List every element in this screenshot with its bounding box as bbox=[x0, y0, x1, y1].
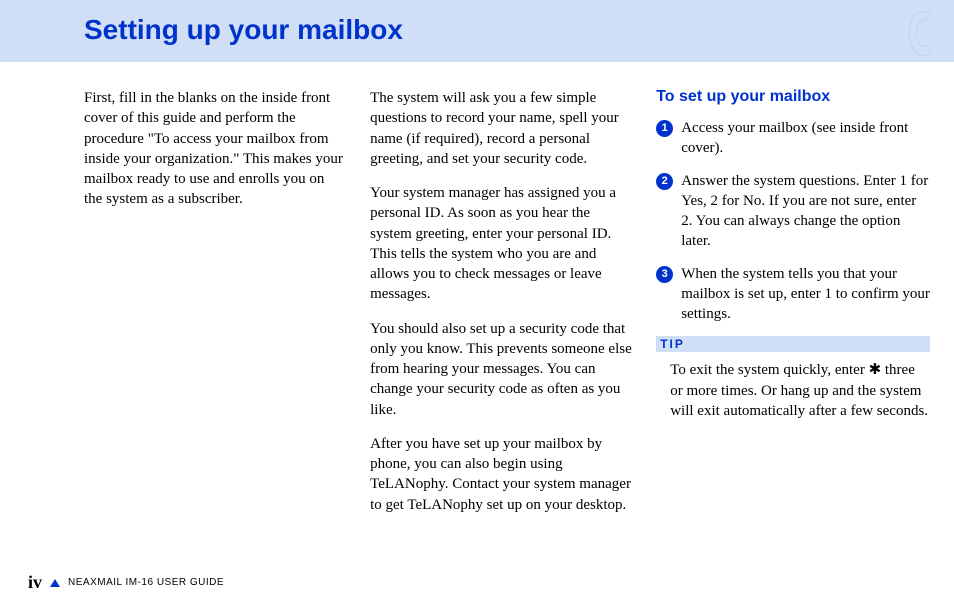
page-title: Setting up your mailbox bbox=[84, 14, 403, 46]
tip-body: To exit the system quickly, enter ✱ thre… bbox=[656, 360, 930, 421]
content-area: First, fill in the blanks on the inside … bbox=[84, 88, 930, 529]
footer: iv NEAXMAIL IM-16 USER GUIDE bbox=[28, 572, 224, 593]
paragraph: After you have set up your mailbox by ph… bbox=[370, 434, 632, 515]
triangle-icon bbox=[50, 579, 60, 587]
page: Setting up your mailbox First, fill in t… bbox=[0, 0, 954, 613]
page-number: iv bbox=[28, 572, 42, 593]
step-number-icon: 2 bbox=[656, 173, 673, 190]
step-text: When the system tells you that your mail… bbox=[681, 264, 930, 325]
column-3: To set up your mailbox 1 Access your mai… bbox=[656, 88, 930, 529]
column-2: The system will ask you a few simple que… bbox=[370, 88, 632, 529]
step-number-icon: 3 bbox=[656, 266, 673, 283]
tip-header-bar: TIP bbox=[656, 336, 930, 352]
guide-name: NEAXMAIL IM-16 USER GUIDE bbox=[68, 577, 224, 588]
paragraph: The system will ask you a few simple que… bbox=[370, 88, 632, 169]
step-item: 2 Answer the system questions. Enter 1 f… bbox=[656, 171, 930, 252]
paragraph: You should also set up a security code t… bbox=[370, 319, 632, 420]
steps-list: 1 Access your mailbox (see inside front … bbox=[656, 118, 930, 324]
step-number-icon: 1 bbox=[656, 120, 673, 137]
step-text: Answer the system questions. Enter 1 for… bbox=[681, 171, 930, 252]
paragraph: Your system manager has assigned you a p… bbox=[370, 183, 632, 305]
column-1: First, fill in the blanks on the inside … bbox=[84, 88, 346, 529]
section-heading: To set up your mailbox bbox=[656, 88, 930, 106]
tip-label: TIP bbox=[656, 337, 685, 351]
phone-handset-icon bbox=[898, 10, 938, 63]
step-item: 1 Access your mailbox (see inside front … bbox=[656, 118, 930, 159]
step-text: Access your mailbox (see inside front co… bbox=[681, 118, 930, 159]
step-item: 3 When the system tells you that your ma… bbox=[656, 264, 930, 325]
intro-paragraph: First, fill in the blanks on the inside … bbox=[84, 88, 346, 210]
